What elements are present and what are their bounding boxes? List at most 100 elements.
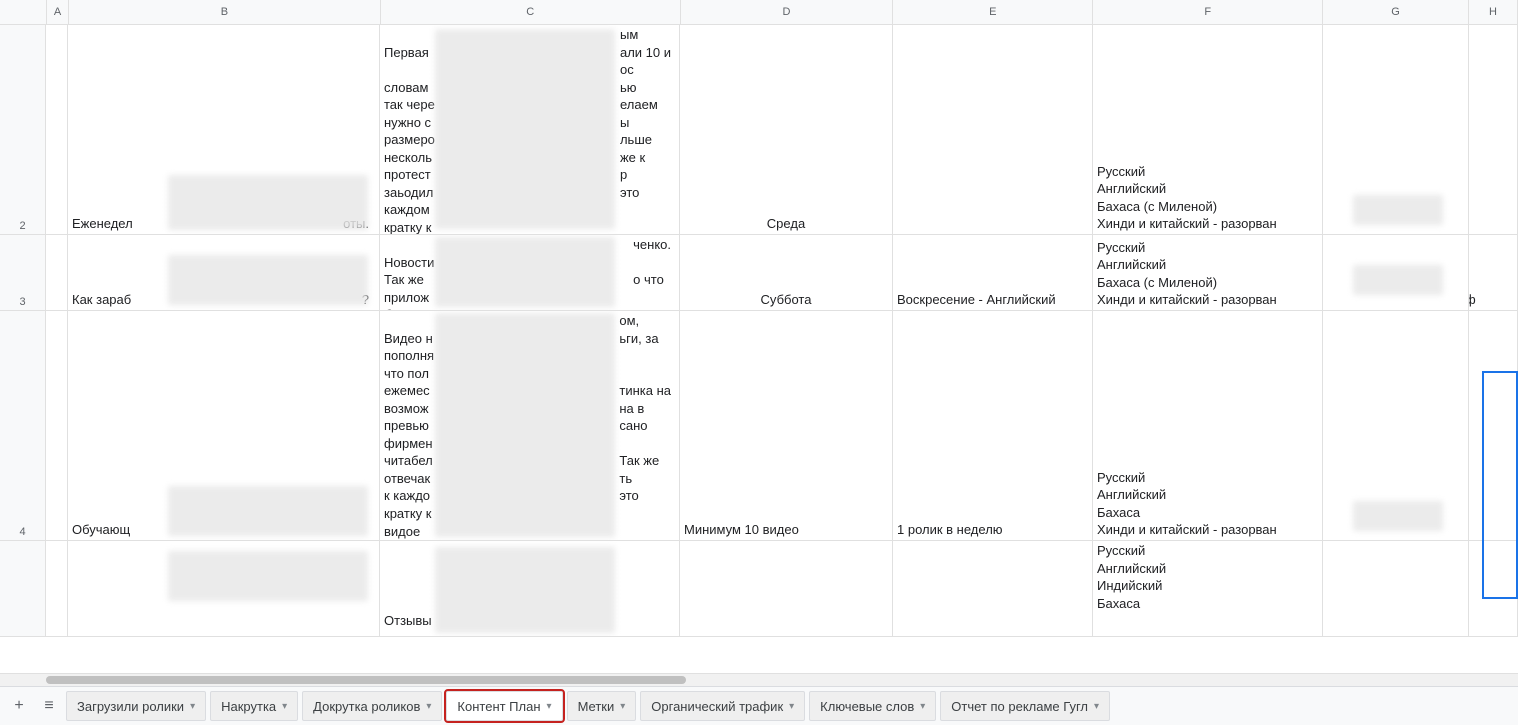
cell-h[interactable] (1469, 25, 1518, 234)
cell-b[interactable] (68, 541, 380, 636)
sheet-tab[interactable]: Загрузили ролики ▾ (66, 691, 206, 721)
table-row: 2 Еженеделоты. Первая словам так чере ну… (0, 25, 1518, 235)
cell-e[interactable]: Воскресение - Английский (893, 235, 1093, 310)
col-head-a[interactable]: A (47, 0, 69, 24)
table-row: Отзывы отзывы еров, видео Русский Англий… (0, 541, 1518, 637)
cell-text: Русский Английский Индийский Бахаса (1097, 542, 1318, 612)
row-num[interactable]: 4 (0, 311, 46, 540)
cell-d[interactable]: Среда (680, 25, 893, 234)
sheet-tab-label: Докрутка роликов (313, 699, 420, 714)
table-row: 3 Как зараб? Новости Так же прилож будет… (0, 235, 1518, 311)
row-num[interactable]: 2 (0, 25, 46, 234)
sheet-tab-label: Органический трафик (651, 699, 783, 714)
cell-e[interactable] (893, 25, 1093, 234)
cell-h[interactable] (1469, 541, 1518, 636)
chevron-down-icon[interactable]: ▾ (920, 701, 925, 712)
chevron-down-icon[interactable]: ▾ (282, 701, 287, 712)
sheet-tab[interactable]: Отчет по рекламе Гугл ▾ (940, 691, 1110, 721)
cell-c[interactable]: Видео н пополня что пол ежемес возмож пр… (380, 311, 680, 540)
sheet-tab-label: Загрузили ролики (77, 699, 184, 714)
table-row: 4 Обучающ Видео н пополня что пол ежемес… (0, 311, 1518, 541)
cell-g[interactable] (1323, 25, 1469, 234)
sheet-tabs: Загрузили ролики▾Накрутка▾Докрутка ролик… (66, 691, 1110, 721)
cell-text: еров, видео (635, 630, 671, 636)
cell-text: Первая (384, 45, 429, 60)
cell-f[interactable]: Русский Английский Индийский Бахаса (1093, 541, 1323, 636)
cell-text: Русский Английский Бахаса Хинди и китайс… (1097, 469, 1318, 539)
cell-text: словам так чере нужно с размеро несколь … (384, 80, 435, 234)
scrollbar-thumb[interactable] (46, 676, 686, 684)
cell-text: Отзывы отзывы (384, 613, 432, 636)
cell-text: Воскресение - Английский (897, 291, 1088, 309)
sheet-tab[interactable]: Накрутка▾ (210, 691, 298, 721)
sheet-tab-bar: + ≡ Загрузили ролики▾Накрутка▾Докрутка р… (0, 686, 1518, 725)
rows: 2 Еженеделоты. Первая словам так чере ну… (0, 25, 1518, 673)
cell-e[interactable] (893, 541, 1093, 636)
cell-a[interactable] (46, 541, 68, 636)
sheet-tab-label: Отчет по рекламе Гугл (951, 699, 1088, 714)
sheet-tab-label: Метки (578, 699, 615, 714)
col-head-g[interactable]: G (1323, 0, 1469, 24)
grid-area: 2 Еженеделоты. Первая словам так чере ну… (0, 25, 1518, 686)
cell-d[interactable]: Минимум 10 видео (680, 311, 893, 540)
cell-c[interactable]: Отзывы отзывы еров, видео (380, 541, 680, 636)
cell-e[interactable]: 1 ролик в неделю (893, 311, 1093, 540)
cell-g[interactable] (1323, 541, 1469, 636)
chevron-down-icon[interactable]: ▾ (547, 701, 552, 712)
select-all-corner[interactable] (0, 0, 47, 24)
cell-c[interactable]: Первая словам так чере нужно с размеро н… (380, 25, 680, 234)
cell-a[interactable] (46, 25, 68, 234)
cell-h[interactable] (1469, 311, 1518, 540)
cell-text: Русский Английский Бахаса (с Миленой) Хи… (1097, 163, 1318, 233)
col-head-d[interactable]: D (681, 0, 894, 24)
col-head-c[interactable]: C (381, 0, 681, 24)
all-sheets-button[interactable]: ≡ (36, 693, 62, 719)
horizontal-scrollbar[interactable] (0, 673, 1518, 686)
col-head-e[interactable]: E (893, 0, 1093, 24)
chevron-down-icon[interactable]: ▾ (190, 701, 195, 712)
cell-g[interactable] (1323, 311, 1469, 540)
add-sheet-button[interactable]: + (6, 693, 32, 719)
cell-g[interactable] (1323, 235, 1469, 310)
cell-a[interactable] (46, 311, 68, 540)
cell-a[interactable] (46, 235, 68, 310)
chevron-down-icon[interactable]: ▾ (789, 701, 794, 712)
sheet-tab-label: Ключевые слов (820, 699, 914, 714)
cell-b[interactable]: Как зараб? (68, 235, 380, 310)
cell-c[interactable]: Новости Так же прилож будет эт ченко. о … (380, 235, 680, 310)
cell-text: Русский Английский Бахаса (с Миленой) Хи… (1097, 239, 1318, 309)
sheet-tab[interactable]: Контент План▾ (446, 691, 562, 721)
chevron-down-icon[interactable]: ▾ (1094, 701, 1099, 712)
chevron-down-icon[interactable]: ▾ (426, 701, 431, 712)
cell-d[interactable]: Суббота (680, 235, 893, 310)
cell-text: Минимум 10 видео (684, 521, 888, 539)
row-num[interactable] (0, 541, 46, 636)
chevron-down-icon[interactable]: ▾ (620, 701, 625, 712)
cell-text: Видео н пополня что пол ежемес возмож пр… (384, 331, 434, 539)
sheet-tab[interactable]: Органический трафик ▾ (640, 691, 805, 721)
col-head-f[interactable]: F (1093, 0, 1323, 24)
cell-text: 1 ролик в неделю (897, 521, 1088, 539)
cell-text: ом, ьги, за тинка на на в сано Так же ть… (619, 312, 671, 505)
sheet-tab[interactable]: Метки ▾ (567, 691, 637, 721)
cell-h[interactable]: ф (1469, 235, 1518, 310)
sheet-tab[interactable]: Ключевые слов ▾ (809, 691, 936, 721)
cell-text: Среда (684, 215, 888, 233)
col-head-h[interactable]: H (1469, 0, 1518, 24)
cell-b[interactable]: Обучающ (68, 311, 380, 540)
cell-f[interactable]: Русский Английский Бахаса (с Миленой) Хи… (1093, 235, 1323, 310)
cell-d[interactable] (680, 541, 893, 636)
sheet-tab[interactable]: Докрутка роликов ▾ (302, 691, 442, 721)
cell-text: Новости Так же прилож будет эт (384, 255, 434, 310)
column-headers: A B C D E F G H (0, 0, 1518, 25)
cell-text: Как зараб (72, 292, 131, 307)
col-head-b[interactable]: B (69, 0, 381, 24)
cell-text: ым али 10 и ос ью елаем ы льше же к р эт… (620, 26, 671, 201)
sheets-app: A B C D E F G H 2 Еженеделоты. Первая сл… (0, 0, 1518, 725)
cell-text: ? (362, 291, 369, 309)
cell-f[interactable]: Русский Английский Бахаса Хинди и китайс… (1093, 311, 1323, 540)
cell-b[interactable]: Еженеделоты. (68, 25, 380, 234)
cell-f[interactable]: Русский Английский Бахаса (с Миленой) Хи… (1093, 25, 1323, 234)
row-num[interactable]: 3 (0, 235, 46, 310)
cell-text: Суббота (684, 291, 888, 309)
